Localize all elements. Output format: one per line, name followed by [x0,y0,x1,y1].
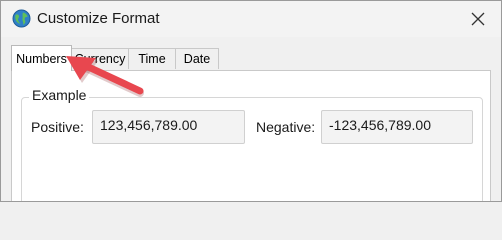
positive-value-field: 123,456,789.00 [92,110,245,144]
title-bar: Customize Format [1,1,501,37]
tab-date[interactable]: Date [175,48,219,69]
positive-label: Positive: [31,119,84,135]
globe-icon [12,9,31,28]
negative-label: Negative: [256,119,316,135]
negative-value: -123,456,789.00 [329,117,431,133]
negative-value-field: -123,456,789.00 [321,110,473,144]
tab-label: Date [183,52,211,66]
window-title: Customize Format [37,10,160,27]
pointer-arrow-icon [66,56,144,97]
positive-value: 123,456,789.00 [100,117,198,133]
close-icon[interactable] [467,8,489,30]
